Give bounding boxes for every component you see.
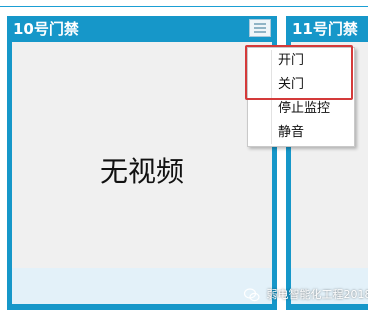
panel-title: 10号门禁: [13, 20, 79, 38]
menu-button[interactable]: [249, 19, 271, 37]
hamburger-icon-line: [254, 31, 266, 33]
panel-header: 11号门禁: [286, 16, 368, 42]
context-menu: 开门 关门 停止监控 静音: [247, 47, 355, 147]
door-panel-10: 10号门禁 无视频: [7, 16, 277, 310]
hamburger-icon-line: [254, 23, 266, 25]
menu-item-mute[interactable]: 静音: [249, 122, 353, 144]
menu-item-close-door[interactable]: 关门: [249, 74, 353, 96]
panel-title: 11号门禁: [292, 20, 358, 38]
no-video-label: 无视频: [99, 155, 184, 188]
wechat-logo-icon: [244, 288, 260, 302]
menu-item-stop-monitoring[interactable]: 停止监控: [249, 98, 353, 120]
panel-header: 10号门禁: [7, 16, 277, 42]
menu-item-open-door[interactable]: 开门: [249, 50, 353, 72]
hamburger-icon-line: [254, 27, 266, 29]
top-divider: [0, 6, 368, 7]
watermark-text: 弱电智能化工程2018: [266, 288, 368, 301]
watermark: 弱电智能化工程2018: [244, 286, 368, 304]
panel-footer: [12, 268, 272, 304]
video-area[interactable]: 无视频: [12, 42, 272, 304]
